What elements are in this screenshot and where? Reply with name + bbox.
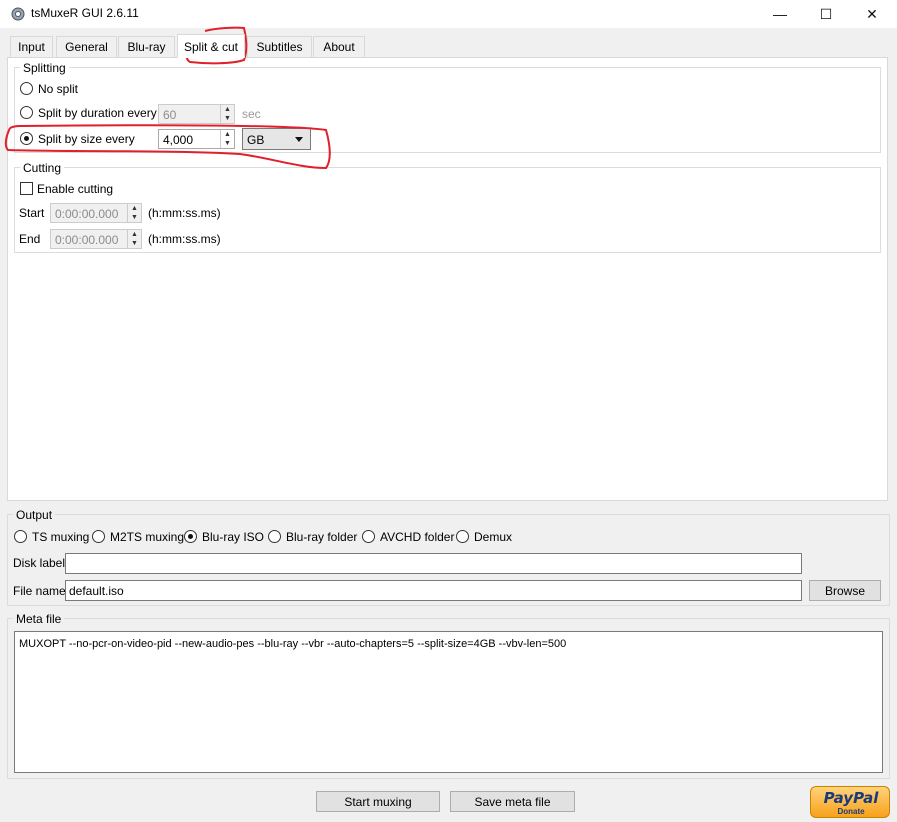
size-unit-value: GB <box>247 133 265 147</box>
file-name-caption: File name <box>13 584 66 598</box>
meta-file-textarea[interactable]: MUXOPT --no-pcr-on-video-pid --new-audio… <box>14 631 883 773</box>
cutting-group <box>14 167 881 253</box>
m2ts-muxing-radio[interactable] <box>92 530 105 543</box>
blu-ray-iso-label: Blu-ray ISO <box>202 530 265 544</box>
file-name-input[interactable]: default.iso <box>65 580 802 601</box>
split-by-size-label: Split by size every <box>38 132 135 146</box>
blu-ray-folder-radio[interactable] <box>268 530 281 543</box>
end-time-spinbox[interactable]: 0:00:00.000 ▲ ▼ <box>50 229 142 249</box>
avchd-folder-radio[interactable] <box>362 530 375 543</box>
avchd-folder-label: AVCHD folder <box>380 530 455 544</box>
ts-muxing-label: TS muxing <box>32 530 90 544</box>
split-by-duration-label: Split by duration every <box>38 106 157 120</box>
meta-file-text: MUXOPT --no-pcr-on-video-pid --new-audio… <box>19 638 567 650</box>
end-time-format: (h:mm:ss.ms) <box>148 232 221 246</box>
tab-about[interactable]: About <box>313 36 365 57</box>
disk-label-caption: Disk label <box>13 556 66 570</box>
no-split-label: No split <box>38 82 79 96</box>
app-gear-icon <box>11 7 25 21</box>
splitting-group-label: Splitting <box>20 61 69 75</box>
duration-value: 60 <box>163 108 177 122</box>
demux-radio[interactable] <box>456 530 469 543</box>
no-split-radio[interactable] <box>20 82 33 95</box>
file-name-value: default.iso <box>69 584 124 598</box>
paypal-donate-button[interactable]: PayPal Donate <box>810 786 890 818</box>
maximize-button[interactable]: ☐ <box>803 0 849 28</box>
end-time-value: 0:00:00.000 <box>55 233 119 247</box>
save-meta-file-button[interactable]: Save meta file <box>450 791 575 812</box>
start-spin-arrows-icon[interactable]: ▲ ▼ <box>127 204 141 222</box>
size-spin-arrows-icon[interactable]: ▲ ▼ <box>220 130 234 148</box>
split-by-duration-radio[interactable] <box>20 106 33 119</box>
size-spinbox[interactable]: 4,000 ▲ ▼ <box>158 129 235 149</box>
blu-ray-iso-radio[interactable] <box>184 530 197 543</box>
start-time-format: (h:mm:ss.ms) <box>148 206 221 220</box>
minimize-button[interactable]: — <box>757 0 803 28</box>
window-title: tsMuxeR GUI 2.6.11 <box>31 6 139 20</box>
output-group-label: Output <box>13 508 56 522</box>
end-spin-arrows-icon[interactable]: ▲ ▼ <box>127 230 141 248</box>
duration-spinbox[interactable]: 60 ▲ ▼ <box>158 104 235 124</box>
tab-blu-ray[interactable]: Blu-ray <box>118 36 175 57</box>
blu-ray-folder-label: Blu-ray folder <box>286 530 358 544</box>
tab-general[interactable]: General <box>56 36 117 57</box>
tab-input[interactable]: Input <box>10 36 53 57</box>
start-time-value: 0:00:00.000 <box>55 207 119 221</box>
paypal-donate-label: Donate <box>837 807 865 816</box>
enable-cutting-label: Enable cutting <box>37 182 114 196</box>
split-by-size-radio[interactable] <box>20 132 33 145</box>
tab-split-and-cut[interactable]: Split & cut <box>177 34 245 58</box>
ts-muxing-radio[interactable] <box>14 530 27 543</box>
close-button[interactable]: ✕ <box>849 0 895 28</box>
demux-label: Demux <box>474 530 513 544</box>
m2ts-muxing-label: M2TS muxing <box>110 530 185 544</box>
duration-spin-arrows-icon[interactable]: ▲ ▼ <box>220 105 234 123</box>
size-value: 4,000 <box>163 133 194 147</box>
title-bar: tsMuxeR GUI 2.6.11 — ☐ ✕ <box>0 0 897 28</box>
chevron-down-icon <box>295 137 303 142</box>
duration-unit-label: sec <box>242 107 261 121</box>
cutting-group-label: Cutting <box>20 161 65 175</box>
browse-button[interactable]: Browse <box>809 580 881 601</box>
meta-file-group-label: Meta file <box>13 612 65 626</box>
enable-cutting-checkbox[interactable] <box>20 182 33 195</box>
paypal-logo-text: PayPal <box>823 789 879 807</box>
start-label: Start <box>19 206 45 220</box>
tab-subtitles[interactable]: Subtitles <box>247 36 312 57</box>
size-unit-select[interactable]: GB <box>242 128 311 150</box>
start-time-spinbox[interactable]: 0:00:00.000 ▲ ▼ <box>50 203 142 223</box>
start-muxing-button[interactable]: Start muxing <box>316 791 440 812</box>
disk-label-input[interactable] <box>65 553 802 574</box>
end-label: End <box>19 232 41 246</box>
